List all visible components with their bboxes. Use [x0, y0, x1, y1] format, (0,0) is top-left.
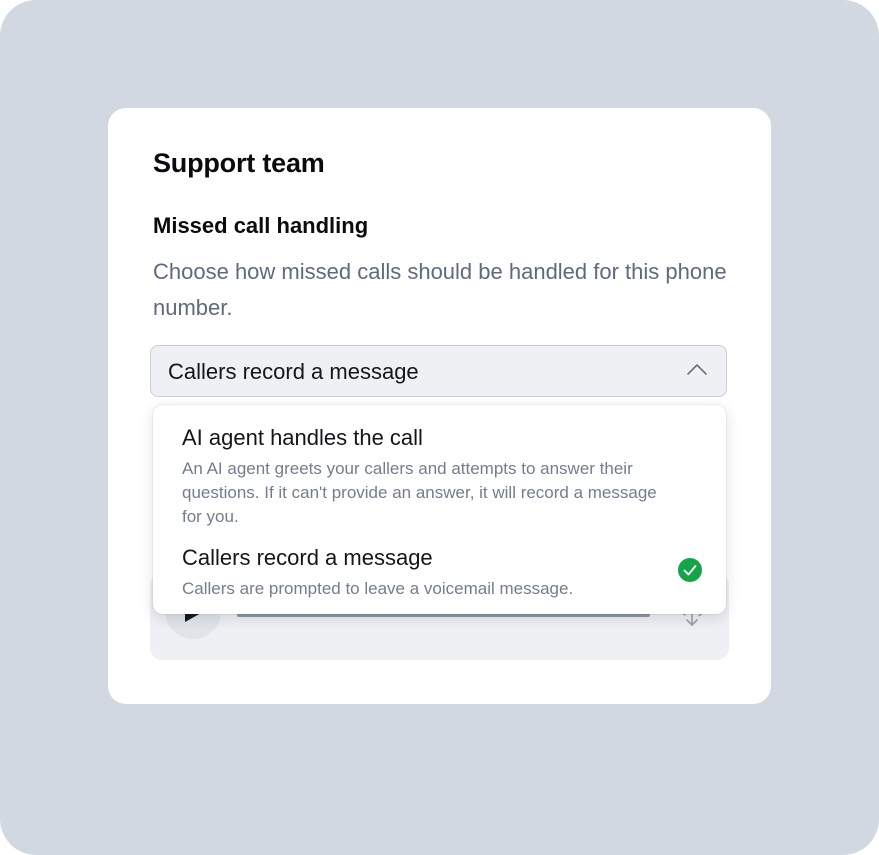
card-title: Support team: [153, 148, 325, 178]
option-description: An AI agent greets your callers and atte…: [182, 459, 657, 526]
missed-call-dropdown-menu: AI agent handles the call An AI agent gr…: [153, 405, 726, 614]
chevron-up-icon: [687, 364, 707, 375]
option-title: AI agent handles the call: [182, 425, 423, 450]
option-ai-agent[interactable]: AI agent handles the call An AI agent gr…: [153, 423, 726, 527]
missed-call-heading: Missed call handling: [153, 213, 369, 238]
select-value: Callers record a message: [168, 359, 419, 384]
option-callers-record[interactable]: Callers record a message Callers are pro…: [153, 543, 726, 605]
missed-call-select[interactable]: Callers record a message: [150, 345, 727, 397]
option-description: Callers are prompted to leave a voicemai…: [182, 579, 574, 598]
check-circle-icon: [678, 558, 702, 582]
missed-call-description: Choose how missed calls should be handle…: [153, 259, 727, 320]
option-title: Callers record a message: [182, 545, 433, 570]
